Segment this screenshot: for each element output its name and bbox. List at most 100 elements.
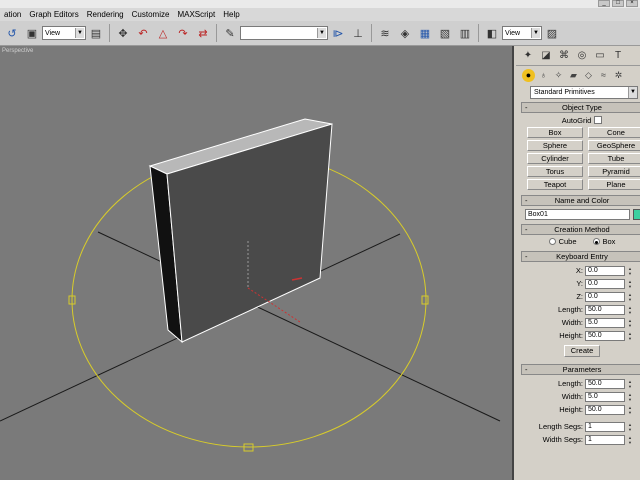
- lights-icon[interactable]: ✧: [552, 69, 565, 82]
- spinner-arrows-icon[interactable]: ▲ ▼: [627, 435, 633, 445]
- space-warps-icon[interactable]: ≈: [597, 69, 610, 82]
- create-tab-icon[interactable]: ✦: [520, 48, 536, 64]
- spinner-arrows-icon[interactable]: ▲ ▼: [627, 279, 633, 289]
- ke-width-input[interactable]: 5.0: [585, 317, 625, 328]
- close-icon[interactable]: ×: [626, 0, 638, 7]
- menu-item-rendering[interactable]: Rendering: [83, 10, 128, 19]
- select-manipulate-icon[interactable]: ✥: [115, 25, 131, 41]
- cube-radio[interactable]: Cube: [548, 237, 577, 246]
- primitive-type-value: Standard Primitives: [534, 89, 595, 96]
- shapes-icon[interactable]: ♁: [537, 69, 550, 82]
- object-type-header[interactable]: Object Type: [521, 102, 640, 113]
- spinner-arrows-icon[interactable]: ▲ ▼: [627, 305, 633, 315]
- systems-icon[interactable]: ✲: [612, 69, 625, 82]
- param-length-segs-label: Length Segs:: [538, 422, 583, 431]
- viewport-label[interactable]: Perspective: [2, 48, 33, 54]
- toolbar-divider: [109, 24, 110, 42]
- cylinder-button[interactable]: Cylinder: [527, 153, 583, 164]
- object-color-swatch[interactable]: [633, 209, 640, 220]
- param-length-input[interactable]: 50.0: [585, 378, 625, 389]
- teapot-button[interactable]: Teapot: [527, 179, 583, 190]
- name-color-header[interactable]: Name and Color: [521, 195, 640, 206]
- gizmo-handle-bottom[interactable]: [243, 443, 254, 452]
- modify-tab-icon[interactable]: ◪: [538, 48, 554, 64]
- pyramid-button[interactable]: Pyramid: [588, 166, 640, 177]
- geometry-icon[interactable]: ●: [522, 68, 535, 82]
- spinner-arrows-icon[interactable]: ▲ ▼: [627, 266, 633, 276]
- menu-item-help[interactable]: Help: [219, 10, 243, 19]
- toolbar-divider: [371, 24, 372, 42]
- utilities-tab-icon[interactable]: T: [610, 48, 626, 64]
- maximize-icon[interactable]: □: [612, 0, 624, 7]
- param-length-segs-input[interactable]: 1: [585, 421, 625, 432]
- render-setup-icon[interactable]: ▥: [457, 25, 473, 41]
- sphere-button[interactable]: Sphere: [527, 140, 583, 151]
- pivot-icon[interactable]: ▤: [88, 25, 104, 41]
- percent-snap-icon[interactable]: ↷: [175, 25, 191, 41]
- chevron-down-icon: ▼: [628, 87, 637, 98]
- align-icon[interactable]: ⊥: [350, 25, 366, 41]
- creation-method-header[interactable]: Creation Method: [521, 224, 640, 235]
- spinner-arrows-icon[interactable]: ▲ ▼: [627, 318, 633, 328]
- ke-y-input[interactable]: 0.0: [585, 278, 625, 289]
- object-name-input[interactable]: Box01: [525, 209, 631, 220]
- ke-z-input[interactable]: 0.0: [585, 291, 625, 302]
- perspective-viewport[interactable]: Perspective: [0, 46, 514, 480]
- spinner-arrows-icon[interactable]: ▲ ▼: [627, 422, 633, 432]
- menu-item-maxscript[interactable]: MAXScript: [173, 10, 219, 19]
- ke-height-input[interactable]: 50.0: [585, 330, 625, 341]
- spinner-arrows-icon[interactable]: ▲ ▼: [627, 405, 633, 415]
- spinner-snap-icon[interactable]: ⇄: [195, 25, 211, 41]
- menu-item-animation[interactable]: ation: [0, 10, 25, 19]
- param-width-input[interactable]: 5.0: [585, 391, 625, 402]
- parameters-header[interactable]: Parameters: [521, 364, 640, 375]
- box-radio-dot: [592, 238, 600, 245]
- tube-button[interactable]: Tube: [588, 153, 640, 164]
- ke-length-input[interactable]: 50.0: [585, 304, 625, 315]
- spinner-arrows-icon[interactable]: ▲ ▼: [627, 292, 633, 302]
- render-icon[interactable]: ▨: [544, 25, 560, 41]
- spinner-arrows-icon[interactable]: ▲ ▼: [627, 379, 633, 389]
- torus-button[interactable]: Torus: [527, 166, 583, 177]
- toolbar-divider: [478, 24, 479, 42]
- bind-icon[interactable]: ▣: [24, 25, 40, 41]
- gizmo-handle-right[interactable]: [421, 295, 429, 305]
- param-width-segs-input[interactable]: 1: [585, 434, 625, 445]
- geosphere-button[interactable]: GeoSphere: [588, 140, 640, 151]
- cone-button[interactable]: Cone: [588, 127, 640, 138]
- primitive-type-dropdown[interactable]: Standard Primitives ▼: [530, 86, 638, 99]
- unlink-icon[interactable]: ↺: [4, 25, 20, 41]
- box-button[interactable]: Box: [527, 127, 583, 138]
- motion-tab-icon[interactable]: ◎: [574, 48, 590, 64]
- schematic-view-icon[interactable]: ▦: [417, 25, 433, 41]
- edit-named-selection-icon[interactable]: ✎: [222, 25, 238, 41]
- mirror-icon[interactable]: ⧐: [330, 25, 346, 41]
- reference-coord-dropdown[interactable]: View ▼: [42, 26, 86, 40]
- create-button[interactable]: Create: [564, 345, 600, 357]
- snap-toggle-icon[interactable]: ↶: [135, 25, 151, 41]
- keyboard-entry-header[interactable]: Keyboard Entry: [521, 251, 640, 262]
- plane-button[interactable]: Plane: [588, 179, 640, 190]
- angle-snap-icon[interactable]: △: [155, 25, 171, 41]
- param-height-input[interactable]: 50.0: [585, 404, 625, 415]
- named-selection-dropdown[interactable]: ▼: [240, 26, 328, 40]
- command-panel-tabs: ✦ ◪ ⌘ ◎ ▭ T: [516, 46, 640, 66]
- ke-x-input[interactable]: 0.0: [585, 265, 625, 276]
- quick-render-icon[interactable]: ◧: [484, 25, 500, 41]
- create-categories: ● ♁ ✧ ▰ ◇ ≈ ✲: [516, 66, 640, 84]
- curve-editor-icon[interactable]: ◈: [397, 25, 413, 41]
- hierarchy-tab-icon[interactable]: ⌘: [556, 48, 572, 64]
- cameras-icon[interactable]: ▰: [567, 69, 580, 82]
- menu-item-customize[interactable]: Customize: [128, 10, 174, 19]
- spinner-arrows-icon[interactable]: ▲ ▼: [627, 392, 633, 402]
- autogrid-checkbox[interactable]: [594, 116, 603, 124]
- display-tab-icon[interactable]: ▭: [592, 48, 608, 64]
- render-view-dropdown[interactable]: View ▼: [502, 26, 542, 40]
- minimize-icon[interactable]: _: [598, 0, 610, 7]
- helpers-icon[interactable]: ◇: [582, 69, 595, 82]
- layer-manager-icon[interactable]: ≋: [377, 25, 393, 41]
- spinner-arrows-icon[interactable]: ▲ ▼: [627, 331, 633, 341]
- box-radio[interactable]: Box: [592, 237, 615, 246]
- menu-item-graph-editors[interactable]: Graph Editors: [25, 10, 82, 19]
- material-editor-icon[interactable]: ▧: [437, 25, 453, 41]
